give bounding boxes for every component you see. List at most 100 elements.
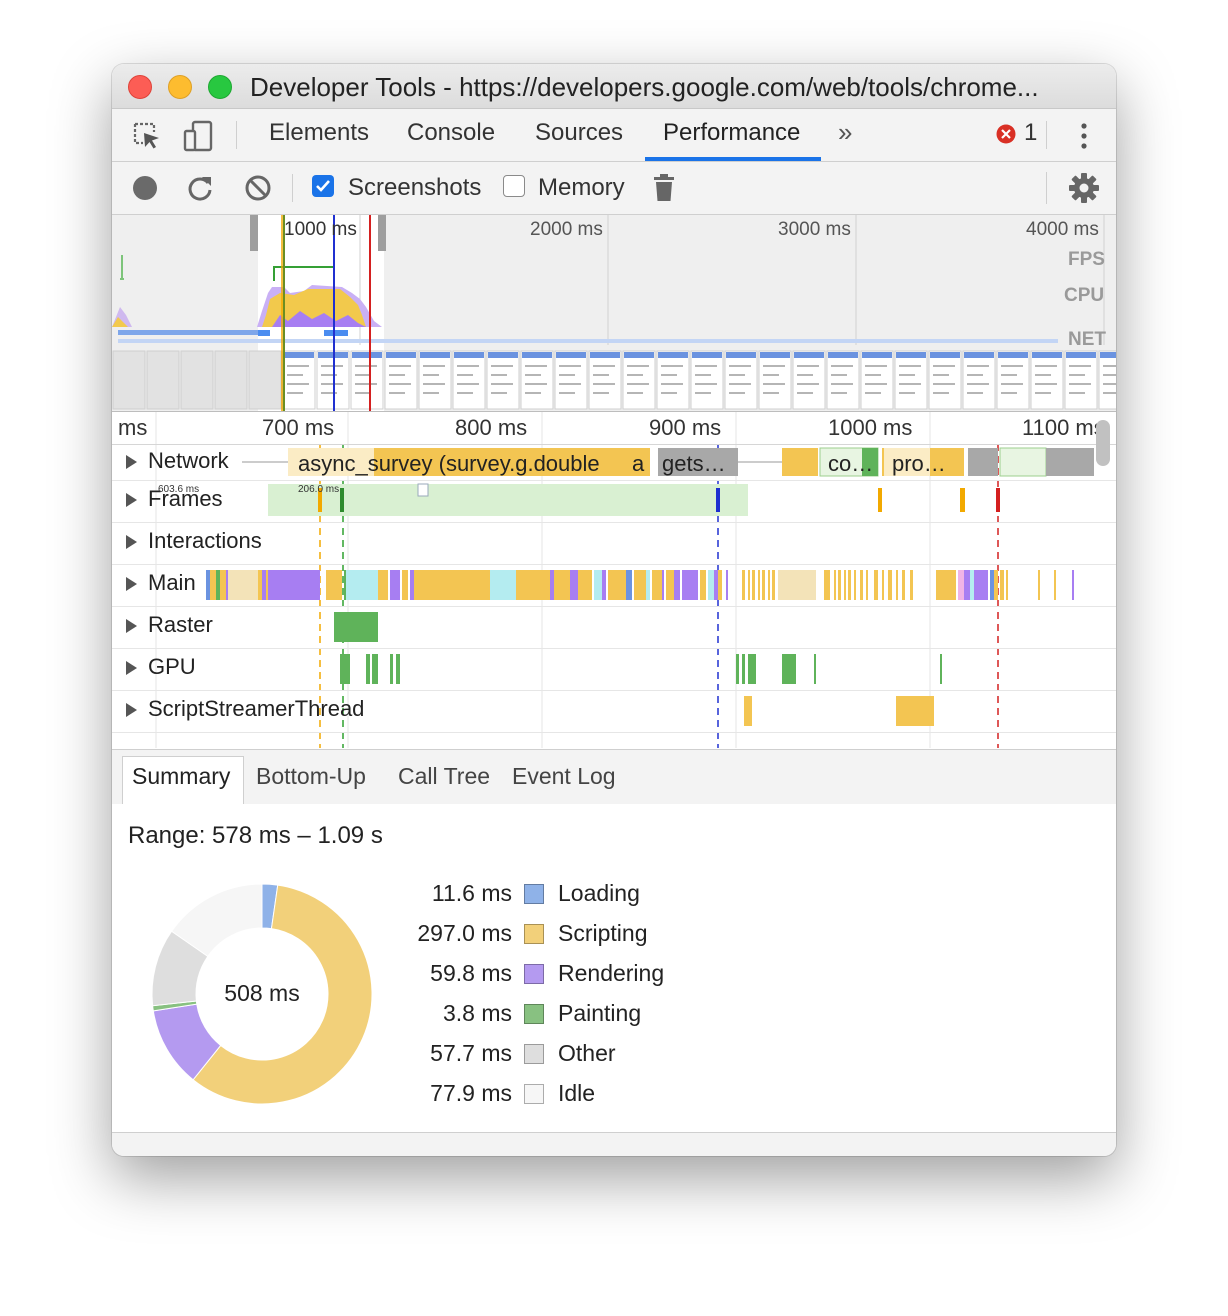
ruler-tick: 900 ms xyxy=(649,415,722,440)
tab-summary[interactable]: Summary xyxy=(132,763,230,790)
overview-tick: 3000 ms xyxy=(778,219,851,240)
legend-name: Painting xyxy=(558,1000,642,1026)
track-interactions[interactable]: Interactions xyxy=(112,522,1116,565)
trash-icon[interactable] xyxy=(652,173,676,203)
network-request-label[interactable]: co… xyxy=(828,451,873,477)
legend-swatch xyxy=(524,964,544,984)
legend-value: 297.0 ms xyxy=(417,920,512,946)
tab-console[interactable]: Console xyxy=(407,119,495,147)
memory-label[interactable]: Memory xyxy=(538,174,625,202)
legend-row-idle: 77.9 ms Idle xyxy=(112,1080,1116,1110)
ruler-tick: 800 ms xyxy=(455,415,528,440)
raster-bars xyxy=(334,612,378,642)
timeline-tracks[interactable]: ms 700 ms 800 ms 900 ms 1000 ms 1100 ms xyxy=(112,412,1116,748)
track-main[interactable]: Main xyxy=(112,564,1116,607)
track-label-interactions: Interactions xyxy=(148,528,262,553)
tab-event-log[interactable]: Event Log xyxy=(512,763,616,790)
overview-graphs xyxy=(112,215,1116,411)
net-label: NET xyxy=(1068,329,1106,350)
reload-icon[interactable] xyxy=(186,174,214,202)
tab-elements[interactable]: Elements xyxy=(269,119,369,147)
separator xyxy=(292,174,293,202)
network-request-label[interactable]: async_survey (survey.g.double xyxy=(298,451,652,477)
legend-value: 3.8 ms xyxy=(442,1000,512,1026)
track-label-main: Main xyxy=(148,570,196,595)
legend-swatch xyxy=(524,1084,544,1104)
clear-icon[interactable] xyxy=(244,174,272,202)
settings-gear-icon[interactable] xyxy=(1068,172,1100,204)
record-icon[interactable] xyxy=(132,175,158,201)
legend-swatch xyxy=(524,884,544,904)
track-network[interactable]: Network async_survey (survey.g.double a … xyxy=(112,444,1116,481)
screenshots-checkbox[interactable] xyxy=(312,175,334,197)
more-options-icon[interactable] xyxy=(1074,120,1094,152)
inspect-element-icon[interactable] xyxy=(132,121,162,151)
panel-tab-bar: Elements Console Sources Performance » 1 xyxy=(112,109,1116,162)
details-tab-bar: Summary Bottom-Up Call Tree Event Log xyxy=(112,749,1116,805)
performance-toolbar: Screenshots Memory xyxy=(112,162,1116,215)
screenshots-label[interactable]: Screenshots xyxy=(348,174,481,202)
zoom-window-button[interactable] xyxy=(208,75,232,99)
summary-panel: Range: 578 ms – 1.09 s 508 ms 11.6 ms Loa… xyxy=(112,804,1116,1134)
overview-tick: 2000 ms xyxy=(530,219,603,240)
minimize-window-button[interactable] xyxy=(168,75,192,99)
overview-tick: 4000 ms xyxy=(1026,219,1099,240)
range-label: Range: 578 ms – 1.09 s xyxy=(128,822,383,849)
status-bar xyxy=(112,1132,1116,1156)
track-label-script-streamer: ScriptStreamerThread xyxy=(148,696,365,721)
frames-bars xyxy=(268,483,1000,516)
track-script-streamer[interactable]: ScriptStreamerThread xyxy=(112,690,1116,733)
legend-row-scripting: 297.0 ms Scripting xyxy=(112,920,1116,950)
track-frames[interactable]: Frames 603.6 ms 206.0 ms xyxy=(112,480,1116,523)
tab-bottom-up[interactable]: Bottom-Up xyxy=(256,763,366,790)
legend-row-painting: 3.8 ms Painting xyxy=(112,1000,1116,1030)
check-icon xyxy=(316,180,330,192)
device-toolbar-icon[interactable] xyxy=(182,119,216,153)
frame-time-label: 603.6 ms xyxy=(158,484,200,495)
legend-row-loading: 11.6 ms Loading xyxy=(112,880,1116,910)
more-tabs-button[interactable]: » xyxy=(838,117,852,148)
track-label-network: Network xyxy=(148,448,229,473)
tab-performance[interactable]: Performance xyxy=(663,119,800,147)
separator xyxy=(236,121,237,149)
devtools-window: Developer Tools - https://developers.goo… xyxy=(112,64,1116,1156)
separator xyxy=(1046,121,1047,149)
error-icon[interactable] xyxy=(996,124,1016,144)
legend-value: 59.8 ms xyxy=(430,960,512,986)
title-bar: Developer Tools - https://developers.goo… xyxy=(112,64,1116,109)
network-request-label[interactable]: pro… xyxy=(892,451,946,477)
legend-name: Idle xyxy=(558,1080,596,1106)
close-window-button[interactable] xyxy=(128,75,152,99)
cpu-label: CPU xyxy=(1064,285,1105,306)
legend-name: Scripting xyxy=(558,920,648,946)
legend-value: 77.9 ms xyxy=(430,1080,512,1106)
ruler-tick: 1100 ms xyxy=(1022,415,1105,440)
memory-checkbox[interactable] xyxy=(503,175,525,197)
ruler-tick: 1000 ms xyxy=(828,415,913,440)
active-tab-indicator xyxy=(645,157,821,161)
legend-swatch xyxy=(524,1004,544,1024)
ruler-tick: 700 ms xyxy=(262,415,335,440)
legend-swatch xyxy=(524,924,544,944)
legend-name: Rendering xyxy=(558,960,665,986)
timeline-overview[interactable]: 1000 ms 2000 ms 3000 ms 4000 ms FPS CPU … xyxy=(112,215,1116,412)
ruler-tick: ms xyxy=(118,415,148,440)
fps-label: FPS xyxy=(1068,249,1105,270)
legend-row-rendering: 59.8 ms Rendering xyxy=(112,960,1116,990)
legend-name: Loading xyxy=(558,880,640,906)
tab-sources[interactable]: Sources xyxy=(535,119,623,147)
track-gpu[interactable]: GPU xyxy=(112,648,1116,691)
network-request-label[interactable]: a xyxy=(632,451,644,477)
network-request-label[interactable]: gets… xyxy=(662,451,726,477)
frame-time-label: 206.0 ms xyxy=(298,484,340,495)
time-ruler: ms 700 ms 800 ms 900 ms 1000 ms 1100 ms xyxy=(112,412,1116,445)
legend-value: 11.6 ms xyxy=(431,880,512,906)
track-raster[interactable]: Raster xyxy=(112,606,1116,649)
separator xyxy=(1046,172,1047,204)
main-thread-flame xyxy=(206,570,1074,600)
legend-name: Other xyxy=(558,1040,616,1066)
tab-call-tree[interactable]: Call Tree xyxy=(398,763,490,790)
track-label-gpu: GPU xyxy=(148,654,196,679)
error-count[interactable]: 1 xyxy=(1024,119,1037,147)
track-label-raster: Raster xyxy=(148,612,213,637)
